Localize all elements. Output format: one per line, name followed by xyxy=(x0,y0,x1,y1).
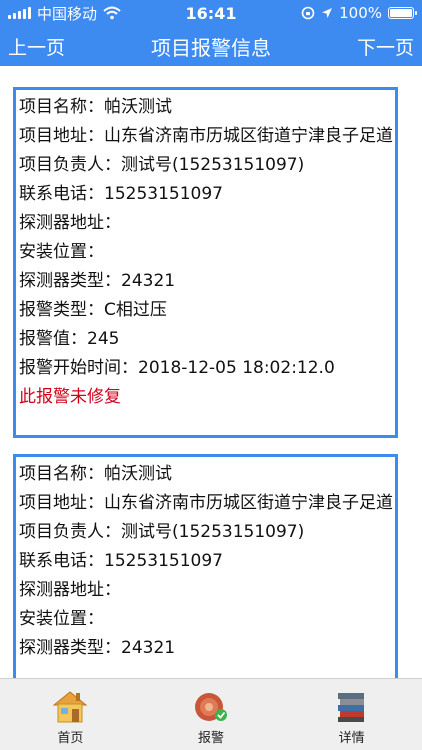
alarm-start-time: 报警开始时间：2018-12-05 18:02:12.0 xyxy=(19,358,335,378)
contact-phone: 联系电话：15253151097 xyxy=(19,551,223,571)
detector-address: 探测器地址： xyxy=(19,213,121,233)
alarm-status: 此报警未修复 xyxy=(19,387,121,407)
nav-bar: 上一页 项目报警信息 下一页 xyxy=(0,26,422,66)
contact-phone: 联系电话：15253151097 xyxy=(19,184,223,204)
tab-bar: 首页 报警 详情 xyxy=(0,678,422,750)
detector-type: 探测器类型：24321 xyxy=(19,271,176,291)
detector-type: 探测器类型：24321 xyxy=(19,638,176,658)
alarm-type: 报警类型：C相过压 xyxy=(19,300,167,320)
status-right: 100% xyxy=(264,4,417,22)
page-title: 项目报警信息 xyxy=(151,35,271,60)
project-name: 项目名称：帕沃测试 xyxy=(19,464,172,484)
battery-fill xyxy=(390,9,412,17)
next-page-button[interactable]: 下一页 xyxy=(349,33,422,60)
project-manager: 项目负责人：测试号(15253151097) xyxy=(19,522,305,542)
alarm-list[interactable]: 项目名称：帕沃测试 项目地址：山东省济南市历城区街道宁津良子足道 项目负责人：测… xyxy=(0,66,422,678)
signal-icon xyxy=(8,7,31,19)
tab-alarm[interactable]: 报警 xyxy=(141,679,282,750)
carrier-label: 中国移动 xyxy=(37,4,98,23)
tab-label: 报警 xyxy=(198,731,225,746)
project-address: 项目地址：山东省济南市历城区街道宁津良子足道 xyxy=(19,493,393,513)
prev-page-button[interactable]: 上一页 xyxy=(0,33,73,60)
home-icon xyxy=(52,691,88,723)
alarm-card[interactable]: 项目名称：帕沃测试 项目地址：山东省济南市历城区街道宁津良子足道 项目负责人：测… xyxy=(13,87,398,438)
project-name: 项目名称：帕沃测试 xyxy=(19,97,172,117)
location-icon xyxy=(322,8,333,18)
battery-percent: 100% xyxy=(339,4,382,22)
tab-label: 首页 xyxy=(57,731,84,746)
install-location: 安装位置： xyxy=(19,609,104,629)
tab-details[interactable]: 详情 xyxy=(281,679,422,750)
wifi-icon xyxy=(103,6,121,20)
clock: 16:41 xyxy=(185,3,237,23)
alarm-value: 报警值：245 xyxy=(19,329,120,349)
books-icon xyxy=(337,693,364,722)
tab-home[interactable]: 首页 xyxy=(0,679,141,750)
project-manager: 项目负责人：测试号(15253151097) xyxy=(19,155,305,175)
detector-address: 探测器地址： xyxy=(19,580,121,600)
rotation-lock-icon xyxy=(301,6,315,20)
alarm-card[interactable]: 项目名称：帕沃测试 项目地址：山东省济南市历城区街道宁津良子足道 项目负责人：测… xyxy=(13,454,398,678)
install-location: 安装位置： xyxy=(19,242,104,262)
battery-icon xyxy=(388,7,417,19)
alarm-icon xyxy=(195,693,227,721)
project-address: 项目地址：山东省济南市历城区街道宁津良子足道 xyxy=(19,126,393,146)
tab-label: 详情 xyxy=(338,731,365,746)
status-left: 中国移动 xyxy=(8,3,158,24)
status-bar: 中国移动 16:41 100% xyxy=(0,0,422,26)
